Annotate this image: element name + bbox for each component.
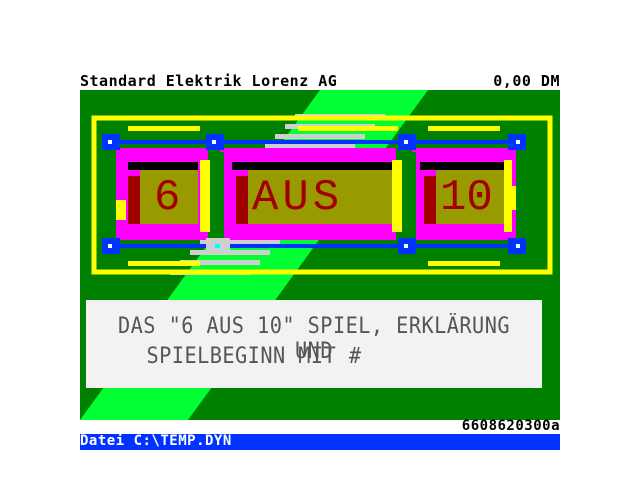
file-label: Datei C:\TEMP.DYN [80,433,232,449]
block-text-10: 10 [440,173,493,223]
page-id-row: 6608620300a [80,418,560,434]
block-text-aus: AUS [252,173,344,223]
message-box: DAS "6 AUS 10" SPIEL, ERKLÄRUNG UND SPIE… [86,300,542,388]
message-line-2: SPIELBEGINN MIT # [146,344,362,369]
block-text-6: 6 [154,173,181,223]
page-id: 6608620300a [461,418,560,434]
black-bands [128,162,506,170]
status-bar: Datei C:\TEMP.DYN [80,433,560,450]
company-name: Standard Elektrik Lorenz AG [80,72,338,90]
balance-display: 0,00 DM [493,72,560,90]
header-bar: Standard Elektrik Lorenz AG 0,00 DM [80,72,560,90]
game-screen: 6 AUS 10 DAS "6 AUS 10" SPIEL, ERKLÄRUNG… [80,90,560,420]
